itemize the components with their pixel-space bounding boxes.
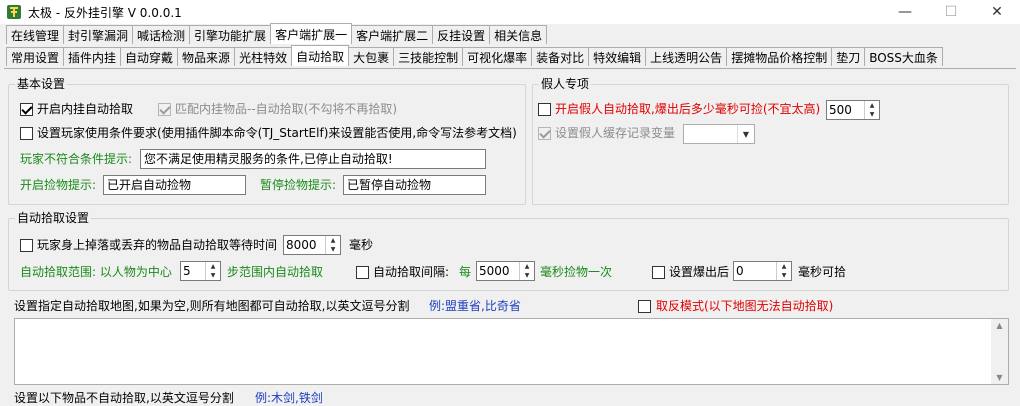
close-button[interactable]: ✕ xyxy=(974,0,1020,24)
map-list-example: 例:盟重省,比奇省 xyxy=(429,299,521,313)
tab-plugin[interactable]: 插件内挂 xyxy=(63,47,122,66)
enable-fake-label: 开启假人自动拾取,爆出后多少毫秒可捡(不宜太高) xyxy=(555,102,821,116)
wait-time-label: 玩家身上掉落或丢弃的物品自动拾取等待时间 xyxy=(37,238,278,252)
scroll-up-icon[interactable]: ▲ xyxy=(991,321,1008,330)
tab-boss-hp-bar[interactable]: BOSS大血条 xyxy=(864,47,943,66)
wait-time-checkbox[interactable] xyxy=(20,239,33,252)
tab-client-extend-1[interactable]: 客户端扩展一 xyxy=(270,23,353,44)
basic-settings-group: 基本设置 开启内挂自动拾取 匹配内挂物品--自动拾取(不勾将不再拾取) 设置玩家… xyxy=(8,77,526,205)
fake-player-title: 假人专项 xyxy=(539,77,592,91)
match-plugin-checkbox xyxy=(158,103,171,116)
enable-autopick-checkbox[interactable] xyxy=(20,103,33,116)
tab-skill-control[interactable]: 三技能控制 xyxy=(393,47,464,66)
interval-value: 5000 xyxy=(479,264,510,278)
drop-delay-stepper[interactable]: 0 ▲ ▼ xyxy=(733,261,792,281)
enable-fake-checkbox[interactable] xyxy=(538,103,551,116)
interval-checkbox[interactable] xyxy=(356,266,369,279)
item-list-label: 设置以下物品不自动拾取,以英文逗号分割 xyxy=(14,391,234,405)
wait-time-unit: 毫秒 xyxy=(349,238,374,252)
tab-engine-exploits[interactable]: 封引擎漏洞 xyxy=(63,25,134,44)
drop-delay-value: 0 xyxy=(736,264,744,278)
tab-about[interactable]: 相关信息 xyxy=(489,25,548,44)
invert-mode-label: 取反模式(以下地图无法自动拾取) xyxy=(656,299,834,313)
tab-big-bag[interactable]: 大包裹 xyxy=(348,47,395,66)
drop-delay-checkbox[interactable] xyxy=(652,266,665,279)
match-plugin-label: 匹配内挂物品--自动拾取(不勾将不再拾取) xyxy=(175,102,398,116)
tab-common[interactable]: 常用设置 xyxy=(6,47,65,66)
autopick-settings-title: 自动拾取设置 xyxy=(15,211,92,225)
tab-light-effect[interactable]: 光柱特效 xyxy=(234,47,293,66)
scroll-down-icon[interactable]: ▼ xyxy=(991,373,1008,382)
spin-down-icon[interactable]: ▼ xyxy=(520,271,534,280)
start-pickup-label: 开启捡物提示: xyxy=(20,178,97,192)
spin-up-icon[interactable]: ▲ xyxy=(520,262,534,271)
tab-drop-rate[interactable]: 可视化爆率 xyxy=(462,47,533,66)
spin-up-icon[interactable]: ▲ xyxy=(206,262,220,271)
spin-up-icon[interactable]: ▲ xyxy=(777,262,791,271)
map-list-label: 设置指定自动拾取地图,如果为空,则所有地图都可自动拾取,以英文逗号分割 xyxy=(14,299,410,313)
enable-autopick-label: 开启内挂自动拾取 xyxy=(37,102,134,116)
drop-delay-unit: 毫秒可拾 xyxy=(798,265,847,279)
pause-pickup-label: 暂停捡物提示: xyxy=(260,178,337,192)
tab-online-manage[interactable]: 在线管理 xyxy=(6,25,65,44)
maximize-button[interactable]: ☐ xyxy=(928,0,974,24)
autopick-settings-group: 自动拾取设置 玩家身上掉落或丢弃的物品自动拾取等待时间 8000 ▲ ▼ 毫秒 自… xyxy=(8,211,1009,291)
cache-var-checkbox xyxy=(538,127,551,140)
set-condition-label: 设置玩家使用条件要求(使用插件脚本命令(TJ_StartElf)来设置能否使用,… xyxy=(37,126,517,140)
tab-effect-edit[interactable]: 特效编辑 xyxy=(588,47,647,66)
interval-unit: 毫秒捡物一次 xyxy=(540,265,613,279)
tab-anticheat-settings[interactable]: 反挂设置 xyxy=(432,25,491,44)
interval-label: 自动拾取间隔: xyxy=(373,265,450,279)
app-logo-icon xyxy=(7,5,21,19)
map-list-textarea[interactable]: ▲ ▼ xyxy=(14,318,1009,385)
item-list-example: 例:木剑,铁剑 xyxy=(255,391,323,405)
tab-auto-pickup[interactable]: 自动拾取 xyxy=(291,45,350,66)
sub-tab-strip: 常用设置 插件内挂 自动穿戴 物品来源 光柱特效 自动拾取 大包裹 三技能控制 … xyxy=(6,45,943,66)
spin-down-icon[interactable]: ▼ xyxy=(865,110,879,119)
wait-time-stepper[interactable]: 8000 ▲ ▼ xyxy=(283,235,341,255)
fake-player-group: 假人专项 开启假人自动拾取,爆出后多少毫秒可捡(不宜太高) 500 ▲ ▼ 设置假… xyxy=(532,77,1009,205)
pause-pickup-input[interactable]: 已暂停自动捡物 xyxy=(343,175,486,195)
tab-chat-detect[interactable]: 喊话检测 xyxy=(132,25,191,44)
fake-delay-value: 500 xyxy=(829,103,852,117)
spin-down-icon[interactable]: ▼ xyxy=(326,245,340,254)
start-pickup-input[interactable]: 已开启自动捡物 xyxy=(103,175,246,195)
tab-pad-blade[interactable]: 垫刀 xyxy=(831,47,866,66)
tab-client-extend-2[interactable]: 客户端扩展二 xyxy=(351,25,434,44)
chevron-down-icon: ▼ xyxy=(737,125,754,143)
wait-time-value: 8000 xyxy=(286,238,317,252)
spin-down-icon[interactable]: ▼ xyxy=(777,271,791,280)
drop-delay-label: 设置爆出后 xyxy=(669,265,730,279)
interval-every: 每 xyxy=(459,265,472,279)
unmet-condition-input[interactable]: 您不满足使用精灵服务的条件,已停止自动拾取! xyxy=(140,149,486,169)
main-tab-strip: 在线管理 封引擎漏洞 喊话检测 引擎功能扩展 客户端扩展一 客户端扩展二 反挂设… xyxy=(6,23,548,44)
title-bar: 太极 - 反外挂引擎 V 0.0.0.1 — ☐ ✕ xyxy=(0,0,1020,24)
tab-login-notice[interactable]: 上线透明公告 xyxy=(645,47,728,66)
range-label: 自动拾取范围: 以人物为中心 xyxy=(20,265,172,279)
cache-var-label: 设置假人缓存记录变量 xyxy=(555,126,676,140)
tab-gear-compare[interactable]: 装备对比 xyxy=(531,47,590,66)
set-condition-checkbox[interactable] xyxy=(20,127,33,140)
interval-stepper[interactable]: 5000 ▲ ▼ xyxy=(476,261,535,281)
spin-up-icon[interactable]: ▲ xyxy=(326,236,340,245)
minimize-button[interactable]: — xyxy=(882,0,928,24)
spin-up-icon[interactable]: ▲ xyxy=(865,101,879,110)
basic-settings-title: 基本设置 xyxy=(15,77,68,91)
cache-var-select[interactable]: ▼ xyxy=(683,124,755,144)
tab-item-source[interactable]: 物品来源 xyxy=(177,47,236,66)
spin-down-icon[interactable]: ▼ xyxy=(206,271,220,280)
tab-auto-equip[interactable]: 自动穿戴 xyxy=(120,47,179,66)
unmet-condition-label: 玩家不符合条件提示: xyxy=(20,152,133,166)
range-value: 5 xyxy=(183,264,191,278)
map-list-scrollbar[interactable]: ▲ ▼ xyxy=(991,319,1008,384)
fake-delay-stepper[interactable]: 500 ▲ ▼ xyxy=(826,100,880,120)
window-title: 太极 - 反外挂引擎 V 0.0.0.1 xyxy=(28,5,182,20)
invert-mode-checkbox[interactable] xyxy=(638,300,651,313)
range-stepper[interactable]: 5 ▲ ▼ xyxy=(180,261,221,281)
auto-pickup-panel: 基本设置 开启内挂自动拾取 匹配内挂物品--自动拾取(不勾将不再拾取) 设置玩家… xyxy=(4,68,1016,405)
cache-var-value xyxy=(684,125,737,143)
range-unit: 步范围内自动拾取 xyxy=(227,265,324,279)
tab-engine-extend[interactable]: 引擎功能扩展 xyxy=(189,25,272,44)
tab-stall-price[interactable]: 摆摊物品价格控制 xyxy=(726,47,833,66)
